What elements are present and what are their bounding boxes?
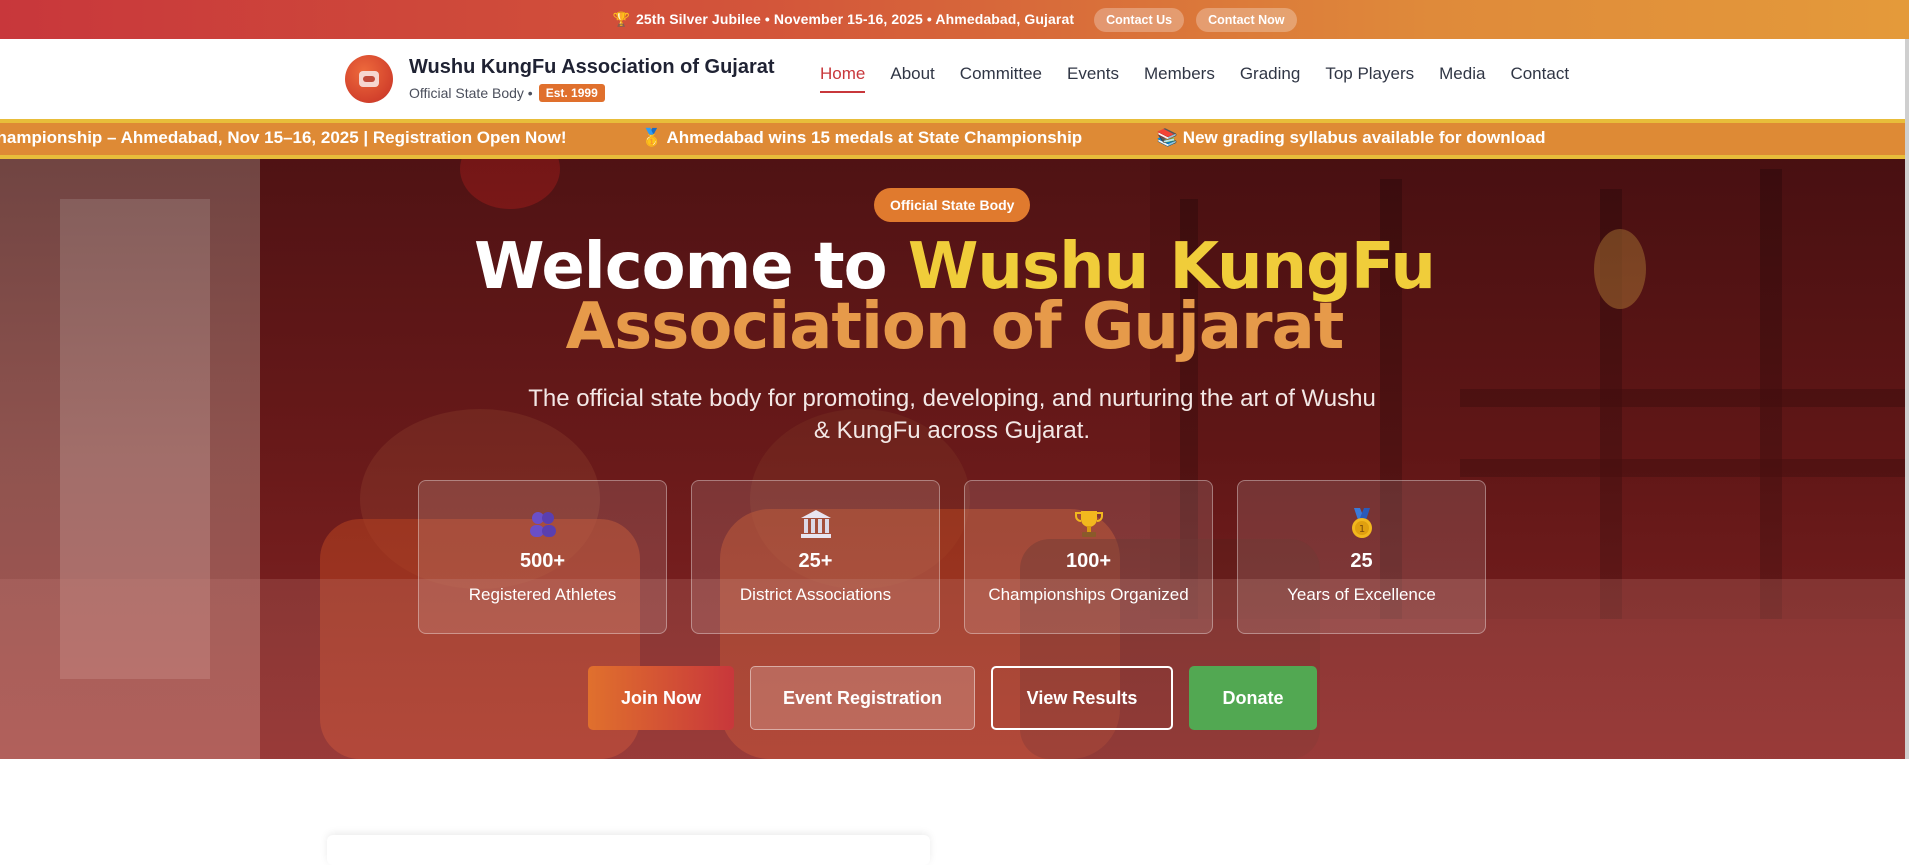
nav-events[interactable]: Events <box>1067 64 1119 93</box>
building-icon <box>800 508 832 540</box>
donate-button[interactable]: Donate <box>1189 666 1317 730</box>
announcement-bar: 🏆 25th Silver Jubilee • November 15-16, 2… <box>0 0 1909 39</box>
nav-media[interactable]: Media <box>1439 64 1485 93</box>
brand-subtitle-row: Official State Body • Est. 1999 <box>409 84 775 102</box>
stat-label: Years of Excellence <box>1287 585 1436 604</box>
hero-cta-row: Join Now Event Registration View Results… <box>588 666 1317 730</box>
stat-value: 100+ <box>1065 550 1112 572</box>
page-scrollbar[interactable] <box>1905 39 1909 759</box>
athletes-icon <box>527 508 559 540</box>
logo-emblem-icon <box>359 71 379 87</box>
event-registration-button[interactable]: Event Registration <box>750 666 975 730</box>
content-card <box>327 835 930 865</box>
stats-row: 500+ Registered Athletes 25+ District As… <box>418 480 1486 634</box>
brand[interactable]: Wushu KungFu Association of Gujarat Offi… <box>345 55 775 103</box>
news-ticker: ngFu Championship – Ahmedabad, Nov 15–16… <box>0 119 1909 159</box>
medal-icon: 1 <box>1348 508 1376 540</box>
nav-grading[interactable]: Grading <box>1240 64 1300 93</box>
stat-card-districts: 25+ District Associations <box>691 480 940 634</box>
below-hero-section <box>0 759 1909 865</box>
hero-subtitle: The official state body for promoting, d… <box>528 385 1376 444</box>
est-badge: Est. 1999 <box>538 84 605 102</box>
stat-card-championships: 100+ Championships Organized <box>964 480 1213 634</box>
nav-home[interactable]: Home <box>820 64 866 93</box>
announcement-text: 25th Silver Jubilee • November 15-16, 20… <box>636 11 1075 27</box>
site-header: Wushu KungFu Association of Gujarat Offi… <box>0 39 1909 119</box>
hero-title-highlight-2: Association of Gujarat <box>565 290 1345 364</box>
announcement-text-wrap: 🏆 25th Silver Jubilee • November 15-16, 2… <box>612 11 1074 28</box>
trophy-icon <box>1074 508 1103 540</box>
stat-card-years: 1 25 Years of Excellence <box>1237 480 1486 634</box>
association-logo[interactable] <box>345 55 393 103</box>
ticker-track: ngFu Championship – Ahmedabad, Nov 15–16… <box>0 128 1616 148</box>
nav-about[interactable]: About <box>890 64 934 93</box>
contact-now-button[interactable]: Contact Now <box>1196 7 1297 32</box>
main-nav: Home About Committee Events Members Grad… <box>820 64 1569 93</box>
nav-top-players[interactable]: Top Players <box>1325 64 1414 93</box>
join-now-button[interactable]: Join Now <box>588 666 734 730</box>
trophy-icon: 🏆 <box>612 11 631 27</box>
hero-content: Official State Body Welcome to Wushu Kun… <box>0 159 1909 759</box>
contact-us-button[interactable]: Contact Us <box>1094 7 1185 32</box>
official-badge: Official State Body <box>874 188 1031 222</box>
brand-subtitle: Official State Body • <box>409 85 533 101</box>
nav-contact[interactable]: Contact <box>1510 64 1569 93</box>
view-results-button[interactable]: View Results <box>991 666 1173 730</box>
stat-label: Registered Athletes <box>468 585 617 604</box>
stat-card-athletes: 500+ Registered Athletes <box>418 480 667 634</box>
nav-members[interactable]: Members <box>1144 64 1215 93</box>
stat-label: District Associations <box>739 585 892 604</box>
stat-value: 500+ <box>519 550 566 572</box>
ticker-item[interactable]: ngFu Championship – Ahmedabad, Nov 15–16… <box>0 128 567 147</box>
hero-section: Official State Body Welcome to Wushu Kun… <box>0 159 1909 759</box>
brand-title: Wushu KungFu Association of Gujarat <box>409 56 775 78</box>
nav-committee[interactable]: Committee <box>960 64 1042 93</box>
stat-value: 25 <box>1350 550 1373 572</box>
stat-label: Championships Organized <box>988 585 1189 604</box>
ticker-item[interactable]: 📚 New grading syllabus available for dow… <box>1157 128 1546 147</box>
ticker-item[interactable]: 🥇 Ahmedabad wins 15 medals at State Cham… <box>641 128 1082 147</box>
hero-title: Welcome to Wushu KungFu Association of G… <box>0 235 1909 359</box>
brand-text: Wushu KungFu Association of Gujarat Offi… <box>409 56 775 102</box>
svg-text:1: 1 <box>1358 524 1364 535</box>
stat-value: 25+ <box>798 550 833 572</box>
